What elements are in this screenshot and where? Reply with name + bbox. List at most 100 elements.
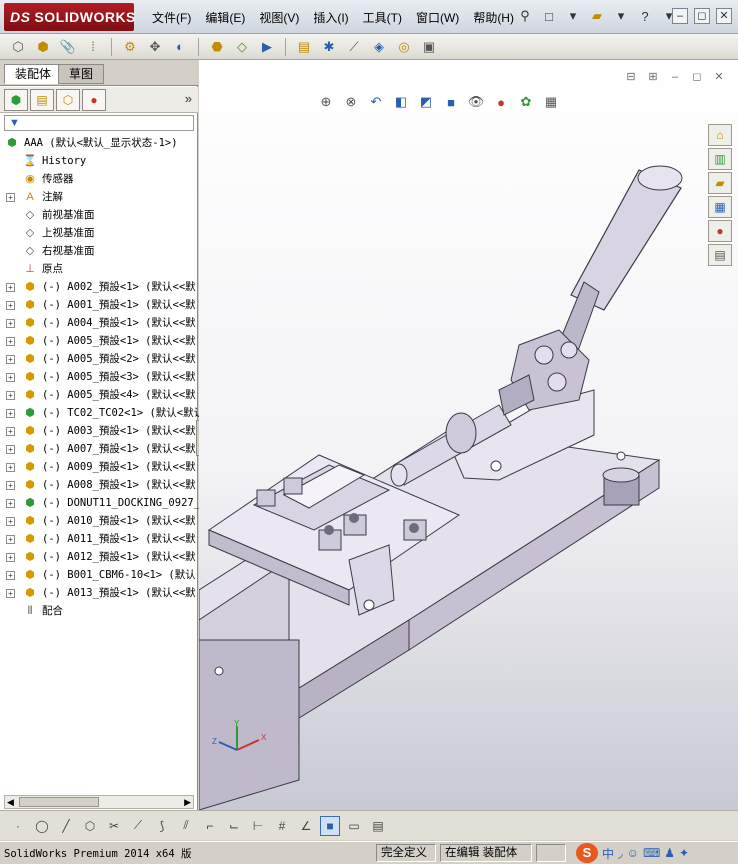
new-motion-study-icon[interactable]: ▶: [257, 37, 277, 57]
scroll-left-icon[interactable]: ◀: [7, 796, 14, 808]
split-vertical-icon[interactable]: ⊞: [646, 70, 660, 84]
tree-item[interactable]: ◉ 传感器: [0, 170, 198, 188]
polygon-icon[interactable]: ⬡: [80, 816, 100, 836]
view-orientation-icon[interactable]: ◩: [417, 93, 435, 111]
two-view-icon[interactable]: ▤: [368, 816, 388, 836]
extend-icon[interactable]: ⟋: [128, 816, 148, 836]
restore-button[interactable]: ◻: [694, 8, 710, 24]
property-manager-icon[interactable]: ▤: [30, 88, 54, 111]
menu-help[interactable]: 帮助(H): [473, 9, 514, 26]
view-restore-icon[interactable]: ◻: [690, 70, 704, 84]
move-component-icon[interactable]: ✥: [145, 37, 165, 57]
grid-icon[interactable]: #: [272, 816, 292, 836]
ime-toolbar[interactable]: S 中 ◞ ☺ ⌨ ♟ ✦: [576, 843, 689, 863]
explode-line-icon[interactable]: ⟋: [344, 37, 364, 57]
smart-dimension-icon[interactable]: ⊢: [248, 816, 268, 836]
skin-icon[interactable]: ✦: [679, 846, 689, 860]
tree-item[interactable]: + ⬢ (-) A005_預設<2> (默认<<默: [0, 350, 198, 368]
tree-item[interactable]: + ⬢ (-) A011_預設<1> (默认<<默: [0, 530, 198, 548]
ime-language[interactable]: 中: [602, 845, 614, 862]
zoom-to-fit-icon[interactable]: ⊕: [317, 93, 335, 111]
expand-icon[interactable]: +: [6, 373, 15, 382]
user-icon[interactable]: ♟: [664, 846, 675, 860]
expand-icon[interactable]: +: [6, 535, 15, 544]
split-horizontal-icon[interactable]: ⊟: [624, 70, 638, 84]
close-button[interactable]: ✕: [716, 8, 732, 24]
menu-tools[interactable]: 工具(T): [363, 9, 402, 26]
expand-icon[interactable]: +: [6, 571, 15, 580]
scroll-right-icon[interactable]: ▶: [184, 796, 191, 808]
pin-icon[interactable]: ⚲: [516, 7, 534, 25]
punctuation-icon[interactable]: ◞: [618, 846, 623, 860]
custom-properties-icon[interactable]: ▤: [708, 244, 732, 266]
tree-item[interactable]: + ⬢ (-) A005_預設<1> (默认<<默: [0, 332, 198, 350]
reference-geometry-icon[interactable]: ◇: [232, 37, 252, 57]
tree-item[interactable]: ◇ 右视基准面: [0, 242, 198, 260]
insert-component-icon[interactable]: ⬢: [33, 37, 53, 57]
file-explorer-icon[interactable]: ▰: [708, 172, 732, 194]
fillet-icon[interactable]: ⌐: [200, 816, 220, 836]
tree-item[interactable]: ⊥ 原点: [0, 260, 198, 278]
menu-window[interactable]: 窗口(W): [416, 9, 459, 26]
expand-icon[interactable]: +: [6, 409, 15, 418]
exploded-view-icon[interactable]: ✱: [319, 37, 339, 57]
expand-icon[interactable]: +: [6, 445, 15, 454]
view-minimize-icon[interactable]: –: [668, 70, 682, 84]
tree-item[interactable]: + ⬢ (-) A005_預設<4> (默认<<默: [0, 386, 198, 404]
hide-show-icon[interactable]: ◐: [170, 37, 190, 57]
tree-item[interactable]: + ⬢ (-) TC02_TC02<1> (默认<默认: [0, 404, 204, 422]
feature-manager-icon[interactable]: ⬢: [4, 88, 28, 111]
tree-item[interactable]: + ⬢ (-) A002_預設<1> (默认<<默: [0, 278, 198, 296]
expand-icon[interactable]: +: [6, 427, 15, 436]
tree-item[interactable]: + ⬢ (-) A012_預設<1> (默认<<默: [0, 548, 198, 566]
appearances-icon[interactable]: ●: [708, 220, 732, 242]
tree-item[interactable]: + ⬢ (-) B001_CBM6-10<1> (默认: [0, 566, 198, 584]
emoji-icon[interactable]: ☺: [627, 846, 639, 860]
solidworks-logo[interactable]: DS SOLIDWORKS: [4, 3, 135, 31]
assembly-features-icon[interactable]: ⬣: [207, 37, 227, 57]
hide-show-items-icon[interactable]: 👁: [467, 93, 485, 111]
expand-icon[interactable]: +: [6, 517, 15, 526]
expand-icon[interactable]: +: [6, 355, 15, 364]
view-close-icon[interactable]: ✕: [712, 70, 726, 84]
open-folder-icon[interactable]: ▰: [588, 7, 606, 25]
previous-view-icon[interactable]: ↶: [367, 93, 385, 111]
single-view-icon[interactable]: ▭: [344, 816, 364, 836]
tree-item[interactable]: ⫴ 配合: [0, 602, 198, 620]
expand-icon[interactable]: +: [6, 463, 15, 472]
smart-fasteners-icon[interactable]: ⚙: [120, 37, 140, 57]
tree-item[interactable]: ⌛ History: [0, 152, 198, 170]
angle-icon[interactable]: ∠: [296, 816, 316, 836]
clearance-icon[interactable]: ▣: [419, 37, 439, 57]
view-palette-icon[interactable]: ▦: [708, 196, 732, 218]
dropdown-arrow-icon[interactable]: ▾: [564, 7, 582, 25]
filter-input[interactable]: ▼: [4, 115, 194, 131]
keyboard-icon[interactable]: ⌨: [643, 846, 660, 860]
tree-item[interactable]: + A 注解: [0, 188, 198, 206]
tree-item[interactable]: + ⬢ (-) A003_預設<1> (默认<<默: [0, 422, 198, 440]
expand-icon[interactable]: +: [6, 193, 15, 202]
horizontal-scrollbar[interactable]: ◀ ▶: [4, 795, 194, 809]
design-library-icon[interactable]: ▥: [708, 148, 732, 170]
expand-icon[interactable]: +: [6, 589, 15, 598]
scrollbar-thumb[interactable]: [19, 797, 99, 807]
expand-icon[interactable]: +: [6, 553, 15, 562]
instant3d-icon[interactable]: ◈: [369, 37, 389, 57]
point-icon[interactable]: ·: [8, 816, 28, 836]
sogou-logo[interactable]: S: [576, 843, 598, 863]
chamfer-icon[interactable]: ⌙: [224, 816, 244, 836]
bill-of-materials-icon[interactable]: ▤: [294, 37, 314, 57]
display-manager-icon[interactable]: ●: [82, 88, 106, 111]
interference-detection-icon[interactable]: ◎: [394, 37, 414, 57]
new-document-icon[interactable]: □: [540, 7, 558, 25]
offset-icon[interactable]: ⟆: [152, 816, 172, 836]
more-tabs-icon[interactable]: »: [185, 91, 192, 106]
tree-item[interactable]: + ⬢ (-) A009_預設<1> (默认<<默: [0, 458, 198, 476]
mate-icon[interactable]: 📎: [58, 37, 78, 57]
tree-item[interactable]: + ⬢ (-) A001_預設<1> (默认<<默: [0, 296, 198, 314]
tree-item[interactable]: + ⬢ (-) A008_預設<1> (默认<<默: [0, 476, 198, 494]
expand-icon[interactable]: +: [6, 319, 15, 328]
tree-item[interactable]: + ⬢ (-) DONUT11_DOCKING_0927_A: [0, 494, 206, 512]
expand-icon[interactable]: +: [6, 391, 15, 400]
minimize-button[interactable]: –: [672, 8, 688, 24]
